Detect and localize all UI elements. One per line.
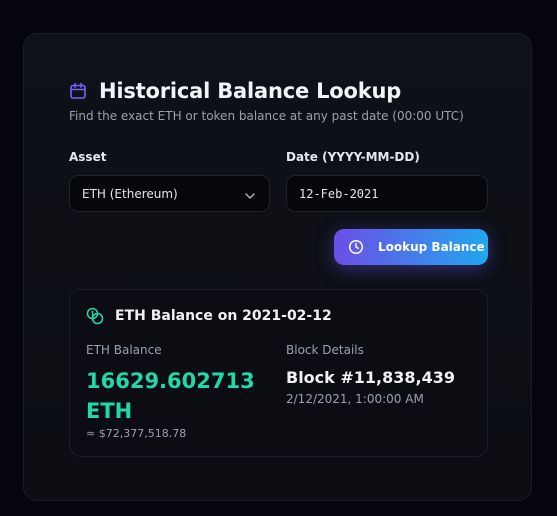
result-title: ETH Balance on 2021-02-12 [115,308,332,324]
calendar-icon [69,82,87,100]
eth-balance-value: 16629.602713 ETH [86,369,255,423]
lookup-balance-button[interactable]: Lookup Balance [334,229,488,265]
asset-label: Asset [69,150,107,164]
asset-select-value: ETH (Ethereum) [82,186,178,201]
page-title: Historical Balance Lookup [99,79,402,103]
page-subtitle: Find the exact ETH or token balance at a… [69,109,464,123]
block-number: Block #11,838,439 [286,368,455,387]
date-input-value: 12-Feb-2021 [299,186,379,201]
header: Historical Balance Lookup [69,78,401,104]
coins-icon [86,307,104,325]
date-input[interactable]: 12-Feb-2021 [286,175,488,212]
asset-select[interactable]: ETH (Ethereum) [69,175,270,212]
chevron-down-icon [245,184,255,203]
lookup-balance-label: Lookup Balance [378,240,485,254]
block-timestamp: 2/12/2021, 1:00:00 AM [286,392,424,406]
clock-icon [348,239,364,255]
block-details-label: Block Details [286,343,364,357]
usd-value: ≈ $72,377,518.78 [86,427,187,440]
date-label: Date (YYYY-MM-DD) [286,150,420,164]
result-header: ETH Balance on 2021-02-12 [86,306,332,326]
eth-balance-label: ETH Balance [86,343,162,357]
